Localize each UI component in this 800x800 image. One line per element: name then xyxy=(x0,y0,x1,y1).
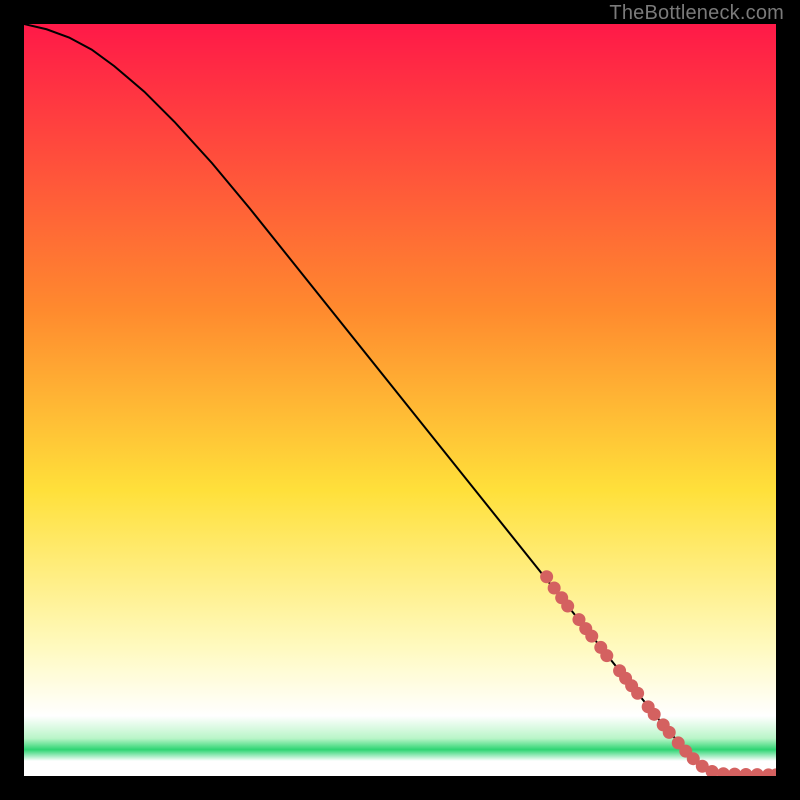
data-dot xyxy=(600,649,613,662)
data-dot xyxy=(585,630,598,643)
chart-svg xyxy=(24,24,776,776)
stage: TheBottleneck.com xyxy=(0,0,800,800)
data-dot xyxy=(561,600,574,613)
chart-plot xyxy=(24,24,776,776)
attribution-label: TheBottleneck.com xyxy=(609,2,784,25)
data-dot xyxy=(631,687,644,700)
data-dot xyxy=(663,726,676,739)
data-dot xyxy=(540,570,553,583)
gradient-background xyxy=(24,24,776,776)
data-dot xyxy=(648,708,661,721)
